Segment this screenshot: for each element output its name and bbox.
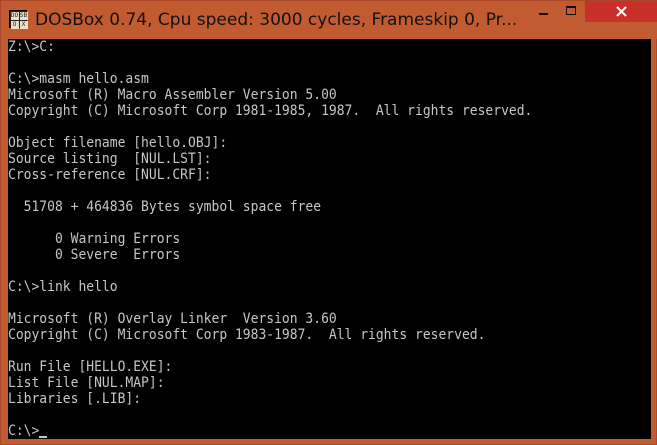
dosbox-app-icon[interactable]: DO SB O X	[9, 10, 28, 29]
console-line: Object filename [hello.OBJ]:	[8, 135, 228, 152]
console-line: 0 Severe Errors	[8, 247, 181, 264]
dosbox-window: DO SB O X DOSBox 0.74, Cpu speed: 3000 c…	[0, 0, 657, 445]
console-line: Copyright (C) Microsoft Corp 1983-1987. …	[8, 327, 486, 344]
dos-console[interactable]: Z:\>C: C:\>masm hello.asm Microsoft (R) …	[8, 39, 651, 439]
console-line: Microsoft (R) Overlay Linker Version 3.6…	[8, 311, 337, 328]
text-cursor	[39, 435, 48, 438]
app-icon-letters-o: O	[10, 20, 19, 29]
maximize-icon	[566, 6, 576, 15]
app-icon-letters-sb: SB	[19, 11, 28, 20]
close-icon	[616, 6, 627, 17]
maximize-button[interactable]	[558, 1, 585, 22]
app-icon-letters-do: DO	[10, 11, 19, 20]
console-line: Copyright (C) Microsoft Corp 1981-1985, …	[8, 103, 533, 120]
console-line: C:\>link hello	[8, 279, 118, 296]
app-icon-letters-x: X	[19, 20, 28, 29]
console-line: Run File [HELLO.EXE]:	[8, 359, 173, 376]
console-line: 51708 + 464836 Bytes symbol space free	[8, 199, 322, 216]
title-bar[interactable]: DO SB O X DOSBox 0.74, Cpu speed: 3000 c…	[1, 1, 657, 39]
console-line: Source listing [NUL.LST]:	[8, 151, 212, 168]
console-line: Libraries [.LIB]:	[8, 391, 142, 408]
console-line: 0 Warning Errors	[8, 231, 181, 248]
minimize-button[interactable]	[529, 1, 558, 22]
console-line: Z:\>C:	[8, 39, 55, 56]
console-line: List File [NUL.MAP]:	[8, 375, 165, 392]
minimize-icon	[539, 13, 548, 15]
command-prompt: C:\>	[8, 423, 40, 439]
window-title: DOSBox 0.74, Cpu speed: 3000 cycles, Fra…	[35, 10, 518, 30]
console-line: C:\>masm hello.asm	[8, 71, 149, 88]
close-button[interactable]	[585, 1, 657, 22]
console-line: Microsoft (R) Macro Assembler Version 5.…	[8, 87, 337, 104]
current-prompt-row[interactable]: C:\>	[8, 423, 651, 439]
console-line: Cross-reference [NUL.CRF]:	[8, 167, 212, 184]
